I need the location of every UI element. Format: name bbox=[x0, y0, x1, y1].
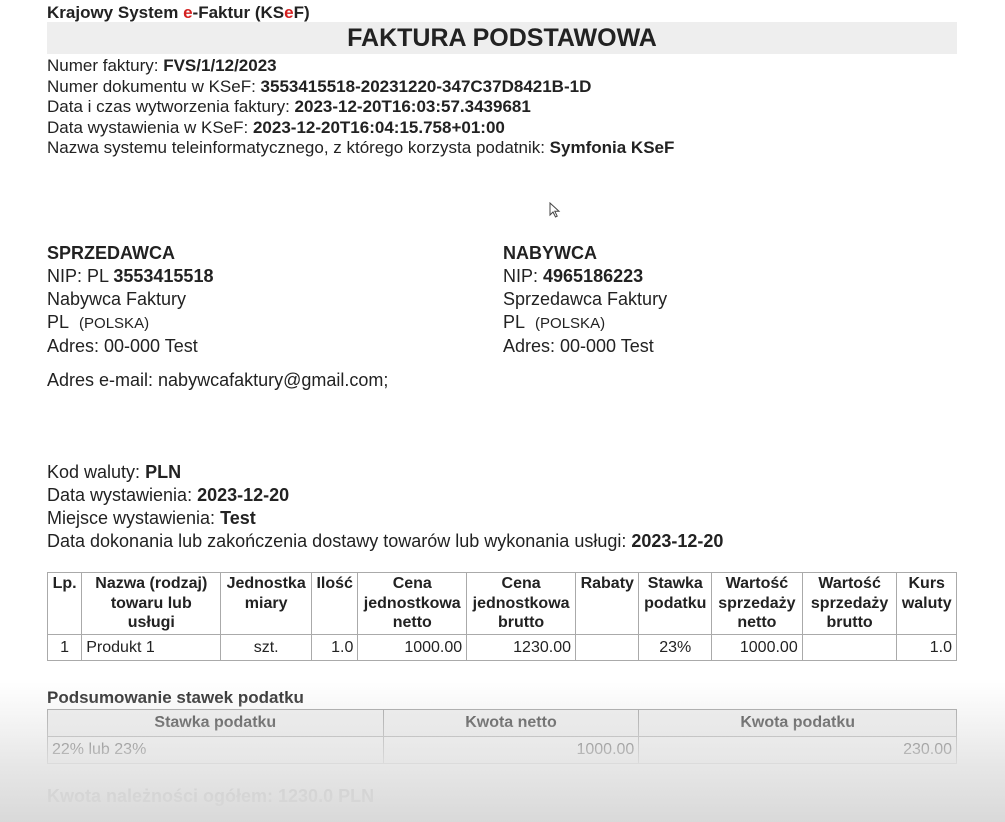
item-net-value: 1000.00 bbox=[711, 633, 803, 661]
detail-currency: Kod waluty: PLN bbox=[47, 462, 182, 482]
detail-issue-place: Miejsce wystawienia: Test bbox=[47, 508, 256, 528]
meta-issued-ksef: Data wystawienia w KSeF: 2023-12-20T16:0… bbox=[47, 117, 505, 137]
seller-name: Nabywca Faktury bbox=[47, 289, 187, 309]
items-table: Lp. Nazwa (rodzaj) towaru lub usługi Jed… bbox=[46, 572, 957, 661]
seller-block: SPRZEDAWCA NIP: PL 3553415518 Nabywca Fa… bbox=[47, 242, 213, 358]
buyer-address: Adres: 00-000 Test bbox=[503, 336, 654, 356]
items-header-cell: Lp. bbox=[46, 572, 83, 635]
invoice-page: Krajowy System e-Faktur (KSeF) FAKTURA P… bbox=[0, 0, 1005, 822]
summary-header-row: Stawka podatku Kwota netto Kwota podatku bbox=[47, 709, 957, 737]
invoice-meta: Numer faktury: FVS/1/12/2023 Numer dokum… bbox=[47, 56, 674, 159]
items-header-cell: Rabaty bbox=[574, 572, 640, 635]
summary-header-cell: Kwota netto bbox=[382, 709, 640, 737]
system-title-e2: e bbox=[284, 3, 294, 22]
meta-ksef-number: Numer dokumentu w KSeF: 3553415518-20231… bbox=[47, 76, 592, 96]
detail-delivery-date: Data dokonania lub zakończenia dostawy t… bbox=[47, 531, 724, 551]
item-unit-net: 1000.00 bbox=[357, 633, 468, 661]
items-header-cell: Cena jednostkowa brutto bbox=[466, 572, 576, 635]
seller-country: PL (POLSKA) bbox=[47, 312, 150, 332]
invoice-details: Kod waluty: PLN Data wystawienia: 2023-1… bbox=[47, 461, 723, 553]
summary-tax-amount: 230.00 bbox=[638, 736, 957, 764]
seller-nip: NIP: PL 3553415518 bbox=[47, 266, 214, 286]
buyer-block: NABYWCA NIP: 4965186223 Sprzedawca Faktu… bbox=[503, 242, 667, 358]
items-header-cell: Stawka podatku bbox=[638, 572, 713, 635]
invoice-title: FAKTURA PODSTAWOWA bbox=[47, 22, 957, 54]
seller-address: Adres: 00-000 Test bbox=[47, 336, 198, 356]
detail-issue-date: Data wystawienia: 2023-12-20 bbox=[47, 485, 290, 505]
total-amount: Kwota należności ogółem: 1230.0 PLN bbox=[47, 786, 375, 806]
system-title-mid: -Faktur (KS bbox=[192, 3, 285, 22]
item-tax-rate: 23% bbox=[638, 633, 713, 661]
summary-header-cell: Stawka podatku bbox=[47, 709, 384, 737]
buyer-name: Sprzedawca Faktury bbox=[503, 289, 668, 309]
table-row: 1 Produkt 1 szt. 1.0 1000.00 1230.00 23%… bbox=[46, 633, 957, 661]
seller-heading: SPRZEDAWCA bbox=[47, 243, 176, 263]
item-discount bbox=[574, 633, 640, 661]
items-header-row: Lp. Nazwa (rodzaj) towaru lub usługi Jed… bbox=[46, 572, 957, 635]
tax-summary-title: Podsumowanie stawek podatku bbox=[47, 688, 304, 707]
summary-header-cell: Kwota podatku bbox=[638, 709, 957, 737]
system-title-e: e bbox=[183, 3, 193, 22]
meta-created-at: Data i czas wytworzenia faktury: 2023-12… bbox=[47, 97, 531, 116]
item-unit-gross: 1230.00 bbox=[466, 633, 576, 661]
seller-email: Adres e-mail: nabywcafaktury@gmail.com; bbox=[47, 370, 389, 390]
mouse-pointer-icon bbox=[549, 202, 561, 218]
items-header-cell: Cena jednostkowa netto bbox=[357, 572, 468, 635]
item-gross-value bbox=[801, 633, 898, 661]
summary-net-amount: 1000.00 bbox=[382, 736, 640, 764]
buyer-heading: NABYWCA bbox=[503, 243, 597, 263]
item-unit: szt. bbox=[220, 633, 312, 661]
item-exchange-rate: 1.0 bbox=[896, 633, 957, 661]
system-title-suffix: F) bbox=[293, 3, 310, 22]
buyer-nip: NIP: 4965186223 bbox=[503, 266, 644, 286]
buyer-country: PL (POLSKA) bbox=[503, 312, 606, 332]
items-header-cell: Jednostka miary bbox=[220, 572, 312, 635]
items-header-cell: Wartość sprzedaży brutto bbox=[801, 572, 898, 635]
summary-tax-rate: 22% lub 23% bbox=[47, 736, 384, 764]
meta-system-name: Nazwa systemu teleinformatycznego, z któ… bbox=[47, 138, 675, 157]
meta-invoice-number: Numer faktury: FVS/1/12/2023 bbox=[47, 56, 277, 75]
tax-summary-table: Stawka podatku Kwota netto Kwota podatku… bbox=[47, 709, 957, 764]
items-header-cell: Kurs waluty bbox=[896, 572, 957, 635]
items-header-cell: Ilość bbox=[310, 572, 359, 635]
items-header-cell: Nazwa (rodzaj) towaru lub usługi bbox=[81, 572, 222, 635]
table-row: 22% lub 23% 1000.00 230.00 bbox=[47, 736, 957, 764]
items-header-cell: Wartość sprzedaży netto bbox=[711, 572, 803, 635]
item-quantity: 1.0 bbox=[310, 633, 359, 661]
system-title-prefix: Krajowy System bbox=[47, 3, 184, 22]
item-lp: 1 bbox=[46, 633, 83, 661]
item-name: Produkt 1 bbox=[81, 633, 222, 661]
system-title: Krajowy System e-Faktur (KSeF) bbox=[47, 3, 310, 23]
